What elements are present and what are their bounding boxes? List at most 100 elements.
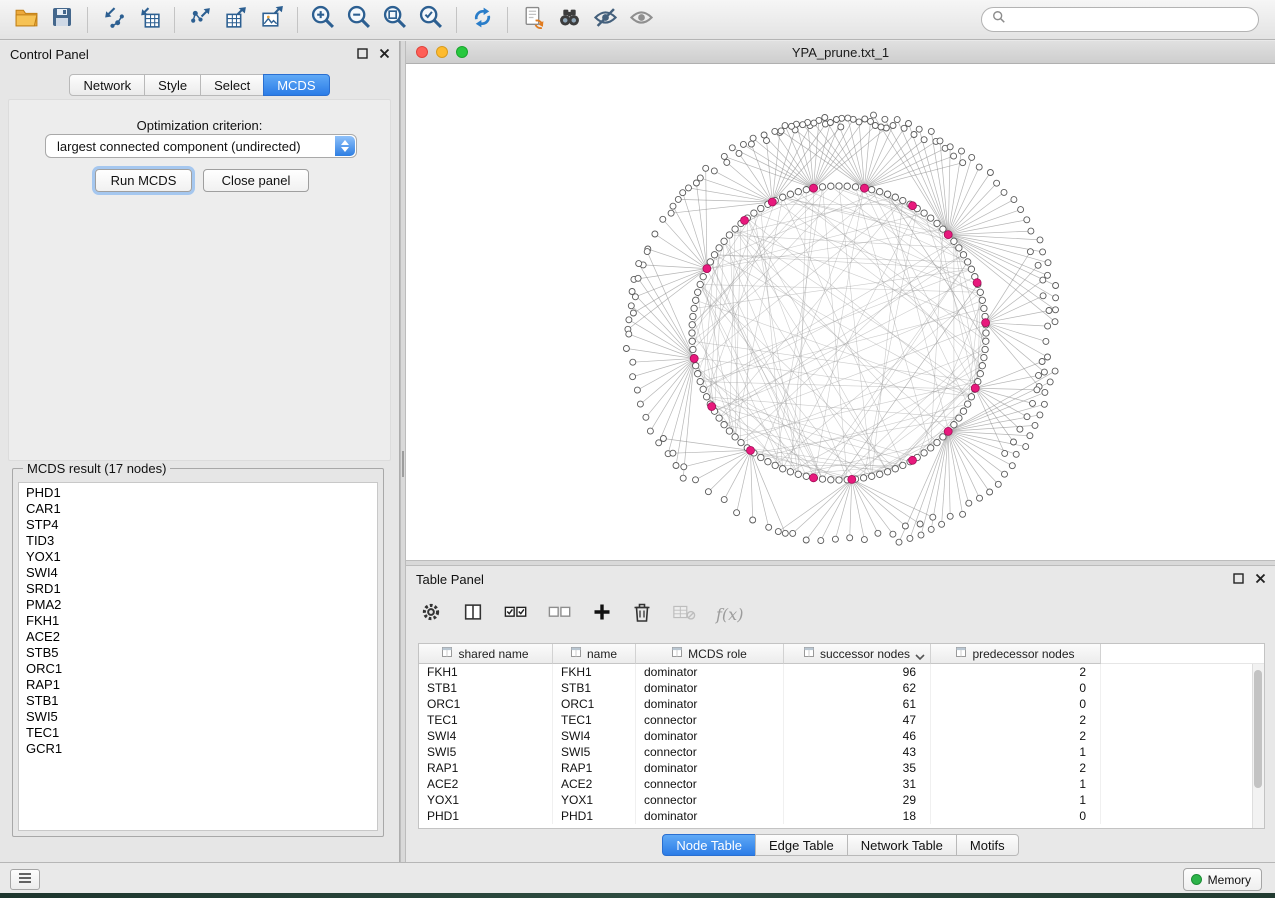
list-item[interactable]: PMA2 [26,597,377,613]
zoom-selected-button[interactable] [413,5,449,35]
column-header-successor-nodes[interactable]: successor nodes [784,644,931,664]
network-window-titlebar[interactable]: YPA_prune.txt_1 [406,41,1275,64]
cell-name: SWI4 [553,728,636,744]
float-panel-icon[interactable] [356,47,369,63]
list-item[interactable]: STB1 [26,693,377,709]
save-icon [50,5,74,34]
table-row[interactable]: RAP1RAP1dominator352 [419,760,1264,776]
table-row[interactable]: FKH1FKH1dominator962 [419,664,1264,680]
table-row[interactable]: YOX1YOX1connector291 [419,792,1264,808]
tab-mcds[interactable]: MCDS [263,74,329,96]
table-scrollbar[interactable] [1252,664,1264,828]
save-session-button[interactable] [44,5,80,35]
tab-network-table[interactable]: Network Table [847,834,957,856]
table-row[interactable]: ORC1ORC1dominator610 [419,696,1264,712]
column-header-name[interactable]: name [553,644,636,664]
cell-shared_name: YOX1 [419,792,553,808]
cell-shared_name: RAP1 [419,760,553,776]
tab-node-table[interactable]: Node Table [662,834,756,856]
scrollbar-thumb[interactable] [1254,670,1262,788]
close-panel-button[interactable]: Close panel [203,169,309,192]
clone-network-button[interactable] [515,5,551,35]
table-row[interactable]: SWI5SWI5connector431 [419,744,1264,760]
list-item[interactable]: SWI5 [26,709,377,725]
list-item[interactable]: TID3 [26,533,377,549]
show-all-button[interactable] [623,5,659,35]
list-item[interactable]: ORC1 [26,661,377,677]
export-table-button[interactable] [218,5,254,35]
list-item[interactable]: GCR1 [26,741,377,757]
close-panel-icon[interactable] [378,47,391,63]
network-canvas[interactable] [406,64,1275,560]
cell-successors: 62 [784,680,931,696]
list-item[interactable]: RAP1 [26,677,377,693]
tab-network[interactable]: Network [69,74,145,96]
table-row[interactable]: PHD1PHD1dominator180 [419,808,1264,824]
zoom-out-icon [345,3,373,36]
refresh-button[interactable] [464,5,500,35]
import-table-button[interactable] [131,5,167,35]
column-header-mcds-role[interactable]: MCDS role [636,644,784,664]
gear-icon [420,601,442,628]
list-item[interactable]: YOX1 [26,549,377,565]
list-item[interactable]: SWI4 [26,565,377,581]
table-row[interactable]: SWI4SWI4dominator462 [419,728,1264,744]
tab-select[interactable]: Select [200,74,264,96]
run-mcds-button[interactable]: Run MCDS [95,169,192,192]
table-row[interactable]: STB1STB1dominator620 [419,680,1264,696]
show-columns-button[interactable] [462,601,484,628]
delete-column-button[interactable] [632,601,652,628]
zoom-fit-button[interactable] [377,5,413,35]
open-file-button[interactable] [8,5,44,35]
memory-status-icon [1191,874,1202,885]
cell-role: connector [636,776,784,792]
import-network-button[interactable] [95,5,131,35]
search-field[interactable] [981,7,1259,32]
mcds-result-list[interactable]: PHD1CAR1STP4TID3YOX1SWI4SRD1PMA2FKH1ACE2… [18,482,378,831]
column-header-shared-name[interactable]: shared name [419,644,553,664]
hide-selected-button[interactable] [587,5,623,35]
zoom-in-button[interactable] [305,5,341,35]
cell-predecessors: 2 [931,728,1101,744]
toolbar-separator [456,7,457,33]
list-item[interactable]: ACE2 [26,629,377,645]
table-row[interactable]: ACE2ACE2connector311 [419,776,1264,792]
table-settings-button[interactable] [420,601,442,628]
memory-button[interactable]: Memory [1183,868,1262,891]
list-item[interactable]: PHD1 [26,485,377,501]
list-item[interactable]: STB5 [26,645,377,661]
export-table-icon [224,5,249,35]
float-panel-icon[interactable] [1232,572,1245,588]
list-item[interactable]: CAR1 [26,501,377,517]
splitter-handle[interactable] [402,451,404,477]
memory-label: Memory [1208,873,1251,887]
tab-motifs[interactable]: Motifs [956,834,1019,856]
list-item[interactable]: FKH1 [26,613,377,629]
deselect-all-button[interactable] [548,602,572,627]
cell-name: ORC1 [553,696,636,712]
sorted-descending-icon [915,650,925,664]
find-button[interactable] [551,5,587,35]
network-graph[interactable] [406,64,1275,560]
table-row[interactable]: TEC1TEC1connector472 [419,712,1264,728]
list-item[interactable]: SRD1 [26,581,377,597]
column-header-predecessor-nodes[interactable]: predecessor nodes [931,644,1101,664]
sort-icon [804,647,815,661]
cell-name: RAP1 [553,760,636,776]
search-input[interactable] [1012,12,1248,28]
control-panel-title: Control Panel [10,47,89,62]
tab-style[interactable]: Style [144,74,201,96]
criterion-dropdown[interactable]: largest connected component (undirected) [45,134,357,158]
export-image-button[interactable] [254,5,290,35]
list-item[interactable]: TEC1 [26,725,377,741]
cell-role: dominator [636,664,784,680]
select-all-button[interactable] [504,602,528,627]
add-column-button[interactable] [592,602,612,627]
task-history-button[interactable] [10,869,40,890]
close-panel-icon[interactable] [1254,572,1267,588]
eye-slash-icon [592,4,619,36]
export-network-button[interactable] [182,5,218,35]
zoom-out-button[interactable] [341,5,377,35]
tab-edge-table[interactable]: Edge Table [755,834,848,856]
list-item[interactable]: STP4 [26,517,377,533]
